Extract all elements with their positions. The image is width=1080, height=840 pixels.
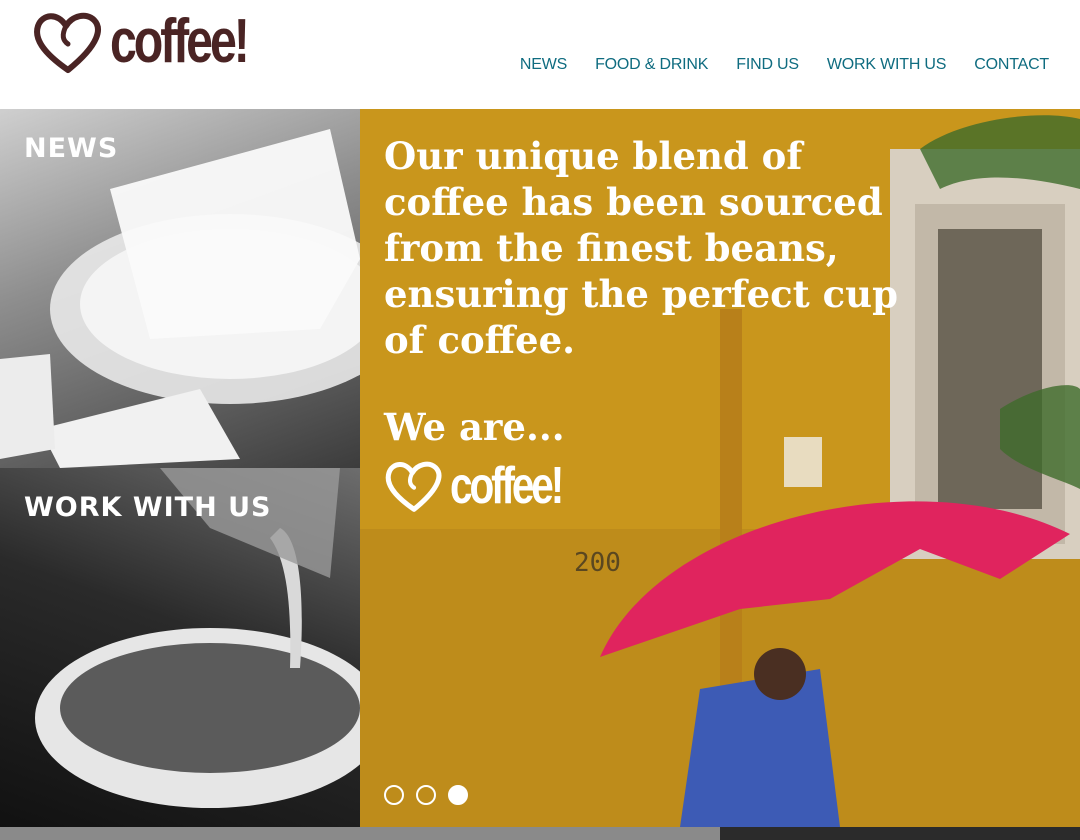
hero-tagline: We are... [384,405,565,449]
slider-dot-2[interactable] [416,785,436,805]
logo-text: coffee! [110,7,250,76]
news-tile[interactable]: NEWS [0,109,360,468]
slider-dot-3[interactable] [448,785,468,805]
next-section-right [720,827,1080,840]
hero-headline: Our unique blend of coffee has been sour… [384,134,898,362]
site-header: coffee! NEWS FOOD & DRINK FIND US WORK W… [0,0,1080,109]
nav-work-with-us[interactable]: WORK WITH US [827,56,947,74]
heart-logo-icon [385,461,442,512]
slider-dot-1[interactable] [384,785,404,805]
news-tile-label: NEWS [24,133,119,164]
nav-contact[interactable]: CONTACT [974,56,1049,74]
hero-logo: coffee! [384,459,592,513]
work-tile-label: WORK WITH US [24,492,272,523]
next-section-left [0,827,720,840]
hero-slider: 200 Our unique blend of coffee has been … [360,109,1080,827]
slider-dots [384,785,468,805]
heart-logo-icon [34,12,101,73]
site-logo[interactable]: coffee! [32,10,285,74]
hero-logo-text: coffee! [450,457,564,515]
nav-find-us[interactable]: FIND US [736,56,799,74]
main-nav: NEWS FOOD & DRINK FIND US WORK WITH US C… [492,56,1049,74]
nav-news[interactable]: NEWS [520,56,567,74]
hero-wall-number: 200 [574,548,621,578]
work-with-us-tile[interactable]: WORK WITH US [0,468,360,828]
nav-food-drink[interactable]: FOOD & DRINK [595,56,708,74]
